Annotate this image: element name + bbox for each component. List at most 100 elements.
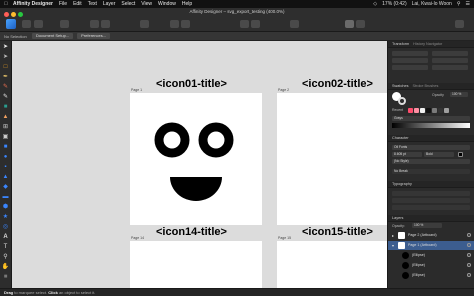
triangle-tool-icon[interactable]: ▲: [2, 174, 9, 181]
typography-row-3[interactable]: [392, 205, 470, 210]
artboard-page-2[interactable]: [277, 93, 387, 225]
help-icon[interactable]: [455, 20, 464, 28]
layer-row[interactable]: ▸ Page 2 (Artboard): [388, 231, 474, 240]
pixel-persona-icon[interactable]: [22, 20, 31, 28]
typography-panel-header[interactable]: Typography: [388, 181, 474, 188]
place-image-icon[interactable]: ▣: [2, 134, 9, 141]
layer-row[interactable]: ▾ Page 1 (Artboard): [388, 241, 474, 250]
artboard-page-1[interactable]: [130, 93, 262, 225]
tab-transform[interactable]: Transform: [392, 42, 409, 46]
preferences-button[interactable]: Preferences...: [77, 33, 111, 39]
search-icon[interactable]: ⚲: [457, 0, 461, 8]
pencil-tool-icon[interactable]: ✎: [2, 84, 9, 91]
transform-w-field[interactable]: [432, 51, 468, 56]
visibility-icon[interactable]: [467, 263, 471, 267]
export-persona-icon[interactable]: [34, 20, 43, 28]
pen-tool-icon[interactable]: ✒: [2, 74, 9, 81]
diamond-tool-icon[interactable]: ◆: [2, 184, 9, 191]
typography-row-1[interactable]: [392, 191, 470, 196]
user-name[interactable]: Lai, Kwai-lo Woon: [412, 0, 452, 8]
artboard-page-15[interactable]: [277, 241, 387, 288]
designer-persona-icon[interactable]: [6, 19, 16, 29]
rectangle-tool-icon[interactable]: ■: [2, 144, 9, 151]
arrange-icon[interactable]: [170, 20, 179, 28]
visibility-icon[interactable]: [467, 233, 471, 237]
crop-tool-icon[interactable]: ⊞: [2, 124, 9, 131]
menu-view[interactable]: View: [141, 0, 152, 8]
stroke-color-well[interactable]: [398, 97, 406, 105]
left-eye-ellipse[interactable]: [154, 122, 190, 158]
menu-select[interactable]: Select: [121, 0, 135, 8]
transform-y-field[interactable]: [392, 58, 428, 63]
artboard-tool-icon[interactable]: □: [2, 64, 9, 71]
menu-file[interactable]: File: [59, 0, 67, 8]
node-tool-icon[interactable]: ➤: [2, 54, 9, 61]
tab-character[interactable]: Character: [392, 136, 409, 140]
boolean-add-icon[interactable]: [90, 20, 99, 28]
recent-swatch-7[interactable]: [444, 108, 449, 113]
align-icon[interactable]: [181, 20, 190, 28]
fill-tool-icon[interactable]: ■: [2, 104, 9, 111]
transform-shear-field[interactable]: [432, 65, 468, 70]
menu-window[interactable]: Window: [158, 0, 176, 8]
menu-text[interactable]: Text: [88, 0, 97, 8]
canvas-area[interactable]: <icon01-title> <icon02-title> Page 1 Pag…: [12, 41, 387, 288]
layers-panel-header[interactable]: Layers: [388, 215, 474, 222]
frame-text-tool-icon[interactable]: T: [2, 244, 9, 251]
font-weight-field[interactable]: Bold: [424, 152, 454, 157]
layer-row[interactable]: (Ellipse): [388, 251, 474, 260]
layer-row[interactable]: (Ellipse): [388, 261, 474, 270]
recent-swatch-2[interactable]: [414, 108, 419, 113]
tab-layers[interactable]: Layers: [392, 216, 403, 220]
wifi-icon[interactable]: ◇: [373, 0, 377, 8]
snapping-icon[interactable]: [140, 20, 149, 28]
character-panel-header[interactable]: Character: [388, 135, 474, 142]
menu-app[interactable]: Affinity Designer: [13, 0, 53, 8]
color-picker-icon[interactable]: ■: [2, 274, 9, 281]
star-tool-icon[interactable]: ★: [2, 214, 9, 221]
vector-brush-icon[interactable]: ✎: [2, 94, 9, 101]
menu-edit[interactable]: Edit: [73, 0, 82, 8]
move-tool-icon[interactable]: ➤: [2, 44, 9, 51]
transform-x-field[interactable]: [392, 51, 428, 56]
rotate-icon[interactable]: [290, 20, 299, 28]
donut-tool-icon[interactable]: ◎: [2, 224, 9, 231]
disclosure-icon[interactable]: ▾: [392, 241, 394, 250]
layer-row[interactable]: (Ellipse): [388, 271, 474, 280]
transparency-tool-icon[interactable]: ▲: [2, 114, 9, 121]
font-size-field[interactable]: 8.605 pt: [392, 152, 422, 157]
artboard-page-14[interactable]: [130, 241, 262, 288]
tab-stroke-brushes[interactable]: Stroke Brushes: [412, 84, 438, 88]
tab-history-navigator[interactable]: History Navigator: [413, 42, 442, 46]
ellipse-tool-icon[interactable]: ●: [2, 154, 9, 161]
menu-layer[interactable]: Layer: [103, 0, 116, 8]
recent-swatch-4[interactable]: [426, 108, 431, 113]
flip-vertical-icon[interactable]: [251, 20, 260, 28]
palette-select[interactable]: Grays: [392, 116, 470, 121]
boolean-subtract-icon[interactable]: [101, 20, 110, 28]
battery-text[interactable]: 17% (0:42): [382, 0, 406, 8]
right-eye-ellipse[interactable]: [198, 122, 234, 158]
trapezoid-tool-icon[interactable]: ▬: [2, 194, 9, 201]
typography-row-2[interactable]: [392, 198, 470, 203]
tab-swatches[interactable]: Swatches: [392, 84, 408, 88]
visibility-icon[interactable]: [467, 253, 471, 257]
visibility-icon[interactable]: [467, 273, 471, 277]
flip-horizontal-icon[interactable]: [240, 20, 249, 28]
visibility-icon[interactable]: [467, 243, 471, 247]
transform-rotation-field[interactable]: [392, 65, 428, 70]
menu-list-icon[interactable]: ☰: [466, 0, 470, 8]
tab-typography[interactable]: Typography: [392, 182, 412, 186]
menu-help[interactable]: Help: [182, 0, 192, 8]
apple-icon[interactable]: : [4, 0, 9, 8]
swatches-panel-header[interactable]: Swatches Stroke Brushes: [388, 83, 474, 90]
transform-panel-header[interactable]: Transform History Navigator: [388, 41, 474, 48]
swatches-opacity-field[interactable]: 100 %: [450, 92, 468, 97]
document-setup-button[interactable]: Document Setup...: [32, 33, 74, 39]
view-tool-icon[interactable]: ✋: [2, 264, 9, 271]
no-break-field[interactable]: No Break: [392, 169, 470, 174]
layers-opacity-field[interactable]: 100 %: [412, 223, 442, 228]
zoom-tool-icon[interactable]: ⚲: [2, 254, 9, 261]
recent-swatch-1[interactable]: [408, 108, 413, 113]
recent-swatch-5[interactable]: [432, 108, 437, 113]
